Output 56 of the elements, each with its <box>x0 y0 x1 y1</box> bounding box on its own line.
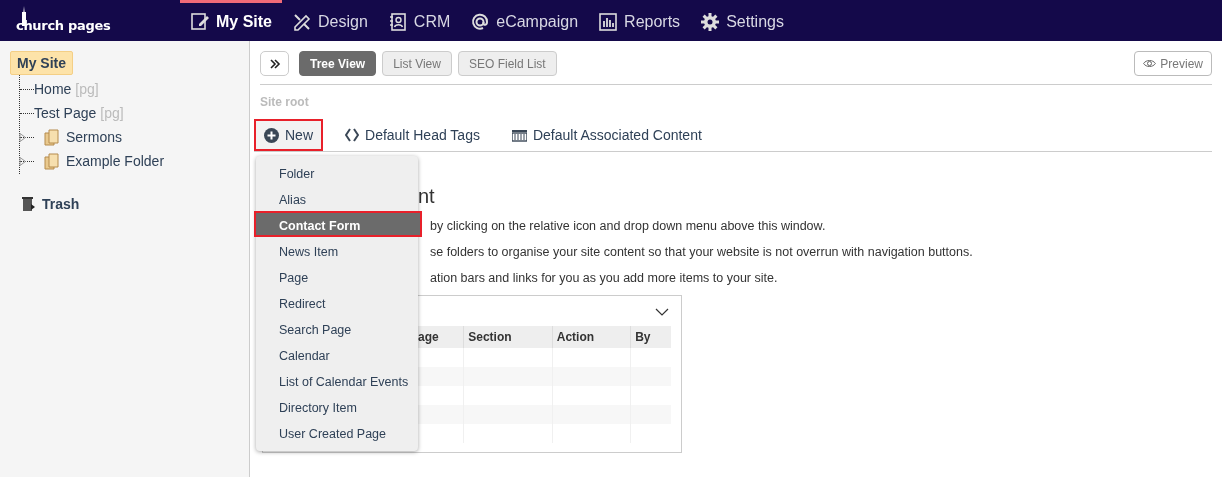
preview-button[interactable]: Preview <box>1134 51 1212 76</box>
toolbar-button[interactable]: Default Associated Content <box>501 119 712 151</box>
view-tab[interactable]: List View <box>382 51 452 76</box>
at-sign-icon <box>470 12 491 32</box>
view-tab[interactable]: Tree View <box>299 51 377 76</box>
tree-item[interactable]: Test Page <box>34 105 97 121</box>
menu-item[interactable]: Folder <box>254 159 420 185</box>
pencil-ruler-icon <box>292 12 312 32</box>
collapsed-triangle-icon[interactable] <box>19 133 26 142</box>
logo-text: church pages <box>16 18 111 33</box>
paragraph: by clicking on the relative icon and drop down menu above this window. <box>430 218 827 234</box>
breadcrumb: Site root <box>260 95 310 109</box>
page-edit-icon <box>190 12 210 32</box>
expand-button[interactable] <box>260 51 289 76</box>
menu-item[interactable]: News Item <box>254 237 420 263</box>
nav-tab[interactable]: Design <box>282 0 378 41</box>
folder-icon <box>44 128 60 146</box>
toolbar-button[interactable]: Default Head Tags <box>335 119 490 151</box>
column-header: Section <box>463 326 553 348</box>
nav-tab[interactable]: CRM <box>377 0 461 41</box>
tree-item[interactable]: Sermons <box>66 129 123 145</box>
menu-item[interactable]: Alias <box>254 185 420 211</box>
chevron-down-icon <box>655 308 669 316</box>
menu-item[interactable]: User Created Page <box>254 419 420 445</box>
page-type-tag: [pg] <box>75 81 99 97</box>
code-brackets-icon <box>345 128 359 142</box>
gear-icon <box>700 12 721 32</box>
layout-icon <box>511 128 527 142</box>
nav-tab[interactable]: Reports <box>588 0 691 41</box>
folder-icon <box>44 152 60 170</box>
page-type-tag: [pg] <box>100 105 124 121</box>
section-heading: nt <box>418 185 436 208</box>
menu-item[interactable]: Contact Form <box>254 211 422 237</box>
column-header: Action <box>552 326 631 348</box>
paragraph: ation bars and links for you as you add more items to your site. <box>430 270 779 286</box>
plus-circle-icon <box>264 127 279 143</box>
paragraph: se folders to organise your site content so that your website is not overrun with navigation buttons. <box>430 244 974 260</box>
nav-tab[interactable]: eCampaign <box>460 0 589 41</box>
trash-item[interactable]: Trash <box>42 196 80 212</box>
address-book-icon <box>387 12 408 32</box>
collapsed-triangle-icon[interactable] <box>19 157 26 166</box>
tree-item[interactable]: Example Folder <box>66 153 165 169</box>
nav-tab[interactable]: Settings <box>690 0 794 41</box>
eye-icon <box>1143 59 1157 68</box>
toolbar-button[interactable]: New <box>254 119 323 151</box>
bar-chart-icon <box>598 12 619 32</box>
menu-item[interactable]: Redirect <box>254 289 420 315</box>
double-chevron-icon <box>268 57 281 70</box>
menu-item[interactable]: Page <box>254 263 420 289</box>
tree-item[interactable]: Home <box>34 81 72 97</box>
column-header: By <box>630 326 671 348</box>
trash-can-icon <box>22 196 36 212</box>
menu-item[interactable]: List of Calendar Events <box>254 367 420 393</box>
menu-item[interactable]: Directory Item <box>254 393 420 419</box>
view-tab[interactable]: SEO Field List <box>457 51 557 76</box>
tree-root-item[interactable]: My Site <box>10 51 73 75</box>
